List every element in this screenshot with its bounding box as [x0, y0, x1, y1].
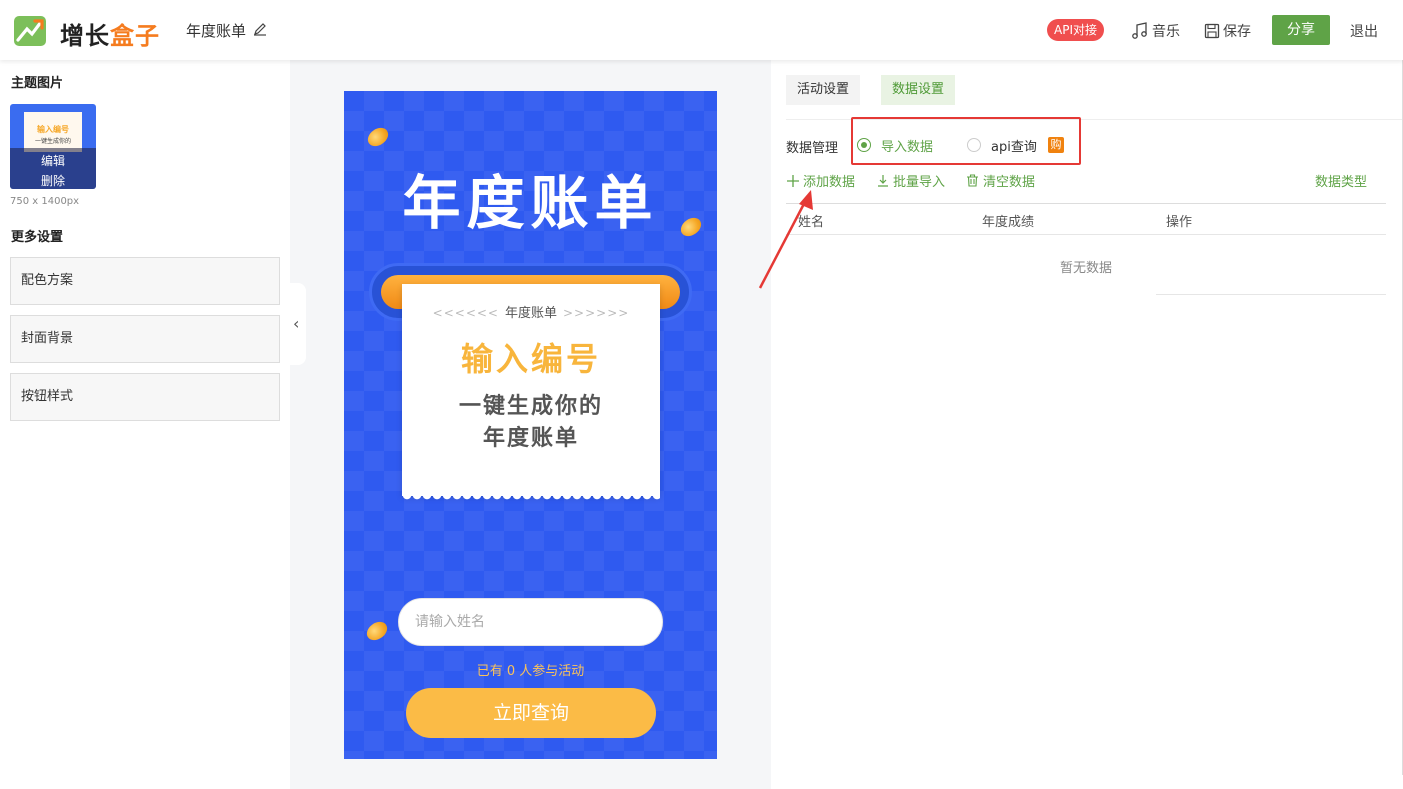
thumbnail-text-2: 一键生成你的: [34, 138, 71, 145]
brand-part1: 增长: [60, 22, 110, 50]
clear-data-label: 清空数据: [983, 175, 1036, 190]
receipt-deco-left: <<<<<<: [432, 306, 499, 320]
table-header-border: [786, 234, 1386, 235]
name-input[interactable]: 请输入姓名: [398, 598, 663, 646]
data-type-link[interactable]: 数据类型: [1315, 171, 1367, 190]
phone-preview: 年度账单 <<<<<< 年度账单 >>>>>> 输入编号 一键生成你的 年度账单 请…: [344, 91, 717, 759]
music-button[interactable]: 音乐: [1131, 21, 1180, 41]
column-header-actions: 操作: [1166, 215, 1193, 230]
highlight-box: [851, 117, 1081, 165]
coin-decoration: [364, 124, 392, 150]
save-disk-icon: [1204, 23, 1220, 39]
music-note-icon: [1132, 22, 1147, 39]
column-header-score: 年度成绩: [982, 215, 1035, 230]
trash-icon: [967, 174, 978, 187]
brand-part2: 盒子: [110, 22, 160, 50]
music-label: 音乐: [1152, 24, 1180, 40]
collapse-panel-button[interactable]: ‹: [290, 283, 306, 365]
clear-data-button[interactable]: 清空数据: [966, 171, 1035, 190]
setting-button-style[interactable]: 按钮样式: [10, 373, 280, 421]
data-management-label: 数据管理: [786, 141, 839, 156]
receipt-line-1: 一键生成你的: [458, 394, 603, 419]
logo-icon: [14, 16, 46, 46]
table-top-border: [786, 203, 1386, 204]
top-bar: 增长盒子 年度账单 API对接 音乐 保存 分享 退出: [0, 0, 1403, 60]
query-button[interactable]: 立即查询: [406, 688, 656, 738]
download-icon: [878, 174, 888, 187]
batch-import-button[interactable]: 批量导入: [877, 171, 945, 190]
thumbnail-text-1: 输入编号: [37, 125, 69, 134]
edit-pencil-icon[interactable]: [253, 22, 267, 36]
receipt-card: <<<<<< 年度账单 >>>>>> 输入编号 一键生成你的 年度账单: [402, 284, 660, 503]
batch-import-label: 批量导入: [893, 175, 946, 190]
thumbnail-edit-button[interactable]: 编辑: [10, 152, 96, 169]
empty-table-text: 暂无数据: [1059, 261, 1112, 276]
theme-image-title: 主题图片: [11, 76, 64, 91]
receipt-main-text: 输入编号: [460, 340, 601, 378]
add-data-label: 添加数据: [803, 175, 856, 190]
image-dimensions: 750 x 1400px: [10, 196, 80, 207]
table-bottom-border: [1156, 294, 1386, 295]
chevron-left-icon: ‹: [293, 314, 300, 333]
tab-data-settings[interactable]: 数据设置: [881, 75, 956, 105]
save-button[interactable]: 保存: [1204, 21, 1251, 41]
receipt-subtitle: <<<<<< 年度账单 >>>>>>: [402, 302, 660, 321]
thumbnail-delete-button[interactable]: 删除: [10, 172, 96, 189]
preview-big-title: 年度账单: [402, 169, 659, 237]
add-data-button[interactable]: 添加数据: [787, 171, 855, 190]
logout-button[interactable]: 退出: [1350, 21, 1378, 41]
receipt-teeth: [402, 495, 660, 503]
coin-decoration: [363, 618, 391, 644]
receipt-subtitle-text: 年度账单: [504, 306, 557, 321]
tab-activity-settings[interactable]: 活动设置: [786, 75, 861, 105]
right-panel: [771, 60, 1403, 789]
setting-color-scheme[interactable]: 配色方案: [10, 257, 280, 305]
share-button[interactable]: 分享: [1272, 15, 1330, 45]
annotation-arrow-icon: [758, 190, 813, 289]
receipt-deco-right: >>>>>>: [563, 306, 630, 320]
brand-name: 增长盒子: [60, 16, 160, 51]
plus-icon: [787, 174, 799, 187]
save-label: 保存: [1223, 24, 1251, 40]
participants-count: 已有 0 人参与活动: [476, 664, 585, 679]
doc-title[interactable]: 年度账单: [186, 20, 246, 41]
setting-cover-background[interactable]: 封面背景: [10, 315, 280, 363]
receipt-line-2: 年度账单: [482, 426, 579, 451]
theme-thumbnail[interactable]: 输入编号 一键生成你的 编辑 删除: [10, 104, 96, 189]
api-badge[interactable]: API对接: [1047, 19, 1104, 41]
more-settings-title: 更多设置: [11, 230, 64, 245]
